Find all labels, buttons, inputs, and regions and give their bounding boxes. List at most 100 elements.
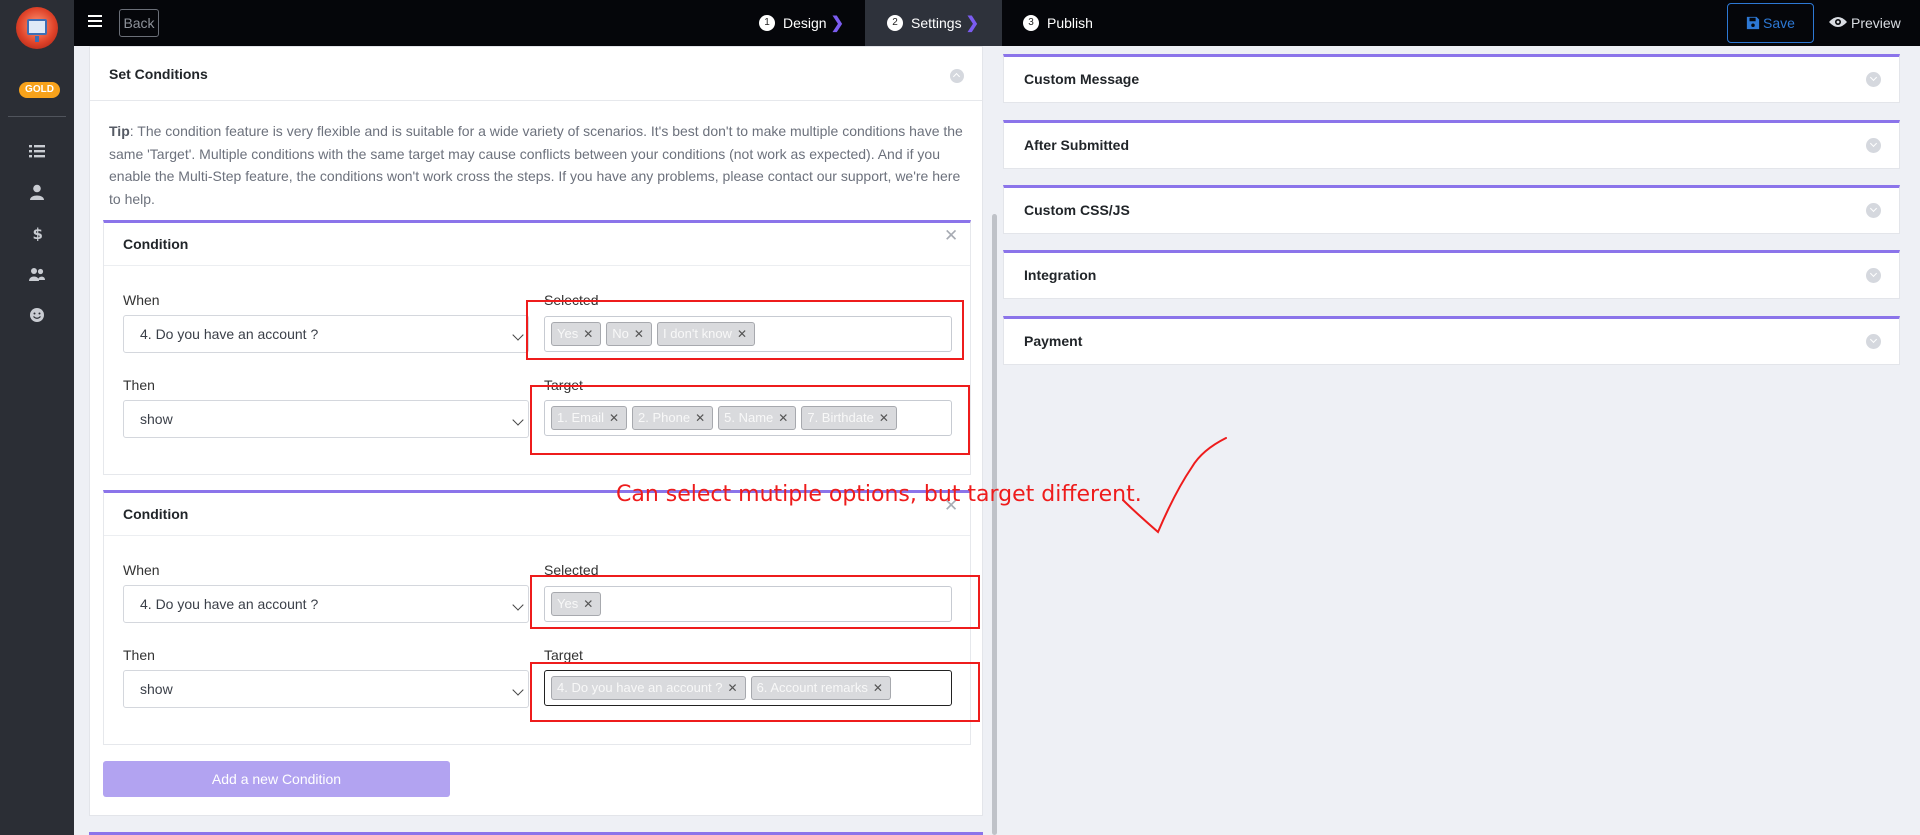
chevron-down-icon (1866, 138, 1881, 153)
target-tags-input[interactable]: 1. Email ✕ 2. Phone ✕ 5. Name ✕ 7. Birthdate ✕ (544, 400, 952, 436)
sidebar: GOLD $ (0, 0, 74, 835)
add-condition-button[interactable]: Add a new Condition (103, 761, 450, 797)
condition-header: Condition ✕ (104, 223, 970, 266)
panel-title: Integration (1024, 267, 1097, 283)
remove-tag-icon[interactable]: ✕ (583, 327, 593, 341)
selected-tag: Yes ✕ (551, 322, 602, 346)
remove-tag-icon[interactable]: ✕ (634, 327, 644, 341)
step-label: Settings (911, 15, 962, 31)
smile-icon[interactable] (27, 307, 47, 325)
back-button[interactable]: Back (119, 9, 159, 37)
selected-label: Selected (544, 562, 599, 578)
remove-tag-icon[interactable]: ✕ (873, 681, 883, 695)
condition-title: Condition (123, 236, 189, 252)
target-label: Target (544, 647, 583, 663)
chevron-down-icon (512, 599, 524, 611)
sidebar-divider (8, 116, 66, 117)
panel-title: After Submitted (1024, 137, 1129, 153)
checkmark-icon (1122, 437, 1227, 534)
remove-tag-icon[interactable]: ✕ (695, 411, 705, 425)
selected-label: Selected (544, 292, 599, 308)
step-settings[interactable]: 2 Settings ❯ (865, 0, 1002, 46)
when-label: When (123, 562, 160, 578)
condition-card: Condition ✕ When Selected 4. Do you have… (103, 220, 971, 475)
step-label: Design (783, 15, 827, 31)
save-button[interactable]: Save (1727, 3, 1814, 43)
users-icon[interactable] (27, 266, 47, 284)
chevron-down-icon (512, 329, 524, 341)
close-icon[interactable]: ✕ (944, 226, 958, 246)
selected-tag: No ✕ (606, 322, 652, 346)
tip-label: Tip (109, 123, 130, 139)
step-number: 3 (1023, 15, 1039, 32)
plan-badge: GOLD (19, 82, 60, 98)
panel-title: Custom Message (1024, 71, 1140, 87)
panel-payment[interactable]: Payment (1003, 316, 1900, 365)
condition-card: Condition ✕ When Selected 4. Do you have… (103, 490, 971, 745)
target-tag: 2. Phone ✕ (632, 406, 714, 430)
target-tags-input[interactable]: 4. Do you have an account ? ✕ 6. Account r… (544, 670, 952, 706)
remove-tag-icon[interactable]: ✕ (737, 327, 747, 341)
when-value: 4. Do you have an account ? (140, 596, 319, 612)
chevron-down-icon (1866, 72, 1881, 87)
top-bar: Back 1 Design ❯ 2 Settings ❯ 3 Publish Save P… (74, 0, 1920, 46)
selected-tags-input[interactable]: Yes ✕ No ✕ I don't know ✕ (544, 316, 952, 352)
eye-icon (1829, 17, 1847, 27)
when-select[interactable]: 4. Do you have an account ? (123, 315, 529, 353)
then-select[interactable]: show (123, 400, 529, 438)
app-logo[interactable] (16, 7, 58, 49)
panel-title: Custom CSS/JS (1024, 202, 1130, 218)
tip-body: : The condition feature is very flexible… (109, 123, 963, 207)
chevron-down-icon (512, 414, 524, 426)
preview-button[interactable]: Preview (1829, 3, 1901, 43)
panel-title: Payment (1024, 333, 1083, 349)
target-label: Target (544, 377, 583, 393)
tip-text: Tip: The condition feature is very flexi… (109, 120, 969, 210)
then-value: show (140, 681, 173, 697)
panel-title: Set Conditions (109, 66, 208, 82)
menu-icon[interactable] (88, 15, 102, 29)
panel-after-submitted[interactable]: After Submitted (1003, 120, 1900, 169)
target-tag: 7. Birthdate ✕ (801, 406, 897, 430)
remove-tag-icon[interactable]: ✕ (879, 411, 889, 425)
when-select[interactable]: 4. Do you have an account ? (123, 585, 529, 623)
chevron-down-icon (1866, 334, 1881, 349)
then-value: show (140, 411, 173, 427)
remove-tag-icon[interactable]: ✕ (728, 681, 738, 695)
then-label: Then (123, 647, 155, 663)
step-design[interactable]: 1 Design ❯ (759, 0, 859, 46)
chevron-down-icon (512, 684, 524, 696)
step-label: Publish (1047, 15, 1093, 31)
selected-tags-input[interactable]: Yes ✕ (544, 586, 952, 622)
panel-custom-message[interactable]: Custom Message (1003, 54, 1900, 103)
panel-integration[interactable]: Integration (1003, 250, 1900, 299)
panel-custom-css-js[interactable]: Custom CSS/JS (1003, 185, 1900, 234)
user-icon[interactable] (27, 184, 47, 202)
remove-tag-icon[interactable]: ✕ (583, 597, 593, 611)
remove-tag-icon[interactable]: ✕ (778, 411, 788, 425)
remove-tag-icon[interactable]: ✕ (609, 411, 619, 425)
selected-tag: I don't know ✕ (656, 322, 755, 346)
selected-tag: Yes ✕ (551, 592, 602, 616)
target-tag: 1. Email ✕ (551, 406, 628, 430)
dollar-icon[interactable]: $ (27, 225, 47, 243)
list-icon[interactable] (27, 143, 47, 161)
svg-text:$: $ (33, 225, 43, 241)
chevron-down-icon (1866, 268, 1881, 283)
panel-header[interactable]: Set Conditions (90, 47, 982, 101)
target-tag: 6. Account remarks ✕ (750, 676, 891, 700)
chevron-up-icon[interactable] (950, 69, 964, 83)
when-value: 4. Do you have an account ? (140, 326, 319, 342)
chevron-down-icon (1866, 203, 1881, 218)
preview-label: Preview (1851, 15, 1901, 31)
target-tag: 4. Do you have an account ? ✕ (551, 676, 746, 700)
scrollbar-thumb[interactable] (992, 214, 997, 835)
target-tag: 5. Name ✕ (718, 406, 797, 430)
condition-title: Condition (123, 506, 189, 522)
step-publish[interactable]: 3 Publish (1023, 0, 1113, 46)
step-number: 2 (887, 15, 903, 32)
then-label: Then (123, 377, 155, 393)
then-select[interactable]: show (123, 670, 529, 708)
when-label: When (123, 292, 160, 308)
floppy-icon (1746, 16, 1760, 30)
